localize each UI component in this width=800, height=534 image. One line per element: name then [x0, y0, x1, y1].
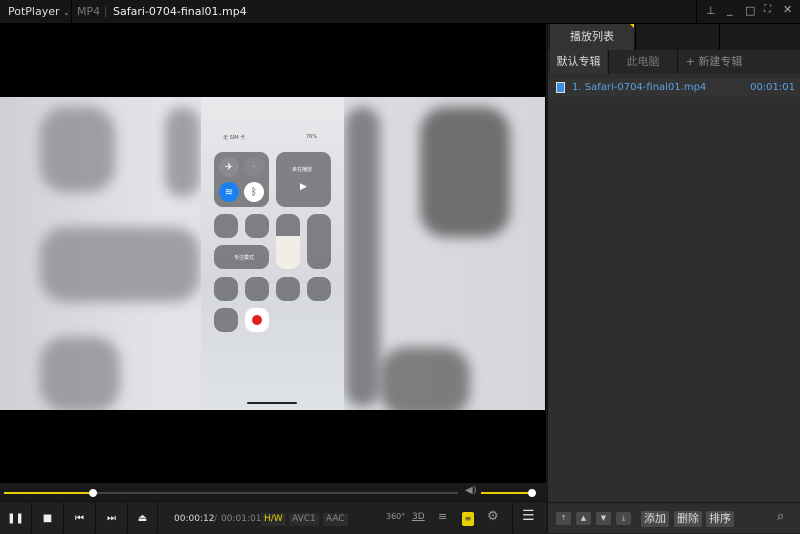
hw-decode-badge[interactable]: H/W	[261, 513, 286, 526]
volume-handle[interactable]	[528, 489, 536, 497]
chevron-down-icon: ⌄	[63, 8, 70, 17]
file-title: Safari-0704-final01.mp4	[113, 5, 247, 18]
volume-icon[interactable]: ◀)	[465, 485, 477, 496]
volume-bar[interactable]	[481, 489, 536, 497]
seek-progress	[4, 492, 94, 494]
new-album-button[interactable]: + 新建专辑	[679, 50, 749, 74]
title-bar: PotPlayer ⌄ MP4 Safari-0704-final01.mp4 …	[0, 0, 800, 24]
play-icon: ▶	[300, 182, 307, 192]
calculator-icon	[276, 277, 300, 301]
menu-icon[interactable]: ☰	[522, 508, 535, 524]
home-indicator	[247, 402, 297, 404]
now-playing-label: 未在播放	[292, 167, 313, 173]
video-file-icon	[556, 82, 565, 93]
control-bar: ❚❚ ■ ⏮ ⏭ ⏏ 00:00:12 / 00:01:01 H/W AVC1 …	[0, 501, 546, 534]
3d-button[interactable]: 3D	[412, 512, 425, 522]
focus-tile: 专注模式	[214, 245, 269, 269]
gear-icon[interactable]: ⚙	[487, 509, 499, 524]
camera-icon	[307, 277, 331, 301]
seek-area: ◀)	[0, 483, 546, 501]
playlist-item[interactable]: 1. Safari-0704-final01.mp4 00:01:01	[548, 79, 800, 97]
add-button[interactable]: 添加	[641, 511, 669, 527]
move-down-button[interactable]: ▼	[596, 512, 611, 525]
timer-icon	[245, 277, 269, 301]
total-time: 00:01:01	[221, 514, 262, 524]
360-button[interactable]: 360°	[386, 512, 405, 521]
rotation-lock-icon	[214, 214, 238, 238]
close-icon[interactable]: ✕	[783, 3, 792, 16]
focus-label: 专注模式	[234, 255, 255, 261]
now-playing-tile: 未在播放 ▶	[276, 152, 331, 207]
carrier-status: 无 SIM 卡	[223, 135, 246, 141]
bluetooth-icon: ᛒ	[244, 182, 264, 202]
search-icon[interactable]: ⌕	[777, 509, 784, 524]
time-separator: /	[214, 514, 218, 524]
app-menu-button[interactable]: PotPlayer ⌄	[8, 5, 70, 18]
sort-button[interactable]: 排序	[706, 511, 734, 527]
maximize-icon[interactable]: □	[745, 4, 755, 17]
playlist-toggle-icon[interactable]: ≡	[462, 512, 474, 526]
record-icon	[245, 308, 269, 332]
video-codec-badge[interactable]: AVC1	[289, 513, 319, 526]
minimize-icon[interactable]: _	[727, 3, 733, 16]
previous-button[interactable]: ⏮	[64, 502, 96, 534]
tab-default-album[interactable]: 默认专辑	[550, 50, 607, 74]
connectivity-tile: ✈ · ≋ ᛒ	[214, 152, 269, 207]
tab-this-pc[interactable]: 此电脑	[608, 50, 678, 74]
move-bottom-button[interactable]: ⤓	[616, 512, 631, 525]
seek-bar[interactable]	[4, 489, 458, 497]
flashlight-icon	[214, 277, 238, 301]
video-frame: 无 SIM 卡 76% ✈ · ≋ ᛒ 未在播放 ▶ 专注模式	[0, 97, 545, 410]
current-time: 00:00:12	[174, 514, 215, 524]
airplane-icon: ✈	[219, 157, 239, 177]
format-label: MP4	[77, 5, 101, 18]
cellular-icon: ·	[244, 157, 264, 177]
battery-status: 76%	[306, 134, 318, 140]
eject-button[interactable]: ⏏	[128, 502, 158, 534]
move-up-button[interactable]: ▲	[576, 512, 591, 525]
screen-mirror-icon	[245, 214, 269, 238]
playlist-panel: 播放列表 默认专辑 此电脑 + 新建专辑 1. Safari-0704-fina…	[547, 24, 800, 533]
volume-level	[481, 492, 532, 494]
pause-button[interactable]: ❚❚	[0, 502, 32, 534]
seek-handle[interactable]	[89, 489, 98, 497]
delete-button[interactable]: 删除	[674, 511, 702, 527]
video-area[interactable]: 无 SIM 卡 76% ✈ · ≋ ᛒ 未在播放 ▶ 专注模式	[0, 24, 546, 483]
control-center-screenshot: 无 SIM 卡 76% ✈ · ≋ ᛒ 未在播放 ▶ 专注模式	[201, 97, 344, 410]
audio-codec-badge[interactable]: AAC	[323, 513, 348, 526]
pin-icon[interactable]: ⊥	[706, 4, 716, 17]
brightness-slider	[276, 214, 300, 269]
search-subtitle-icon[interactable]: ≡	[438, 510, 447, 523]
scan-icon	[214, 308, 238, 332]
move-top-button[interactable]: ⤒	[556, 512, 571, 525]
stop-button[interactable]: ■	[32, 502, 64, 534]
playlist-item-title: 1. Safari-0704-final01.mp4	[572, 82, 707, 93]
playlist-item-duration: 00:01:01	[750, 82, 795, 93]
app-name: PotPlayer	[8, 5, 60, 18]
fullscreen-icon[interactable]: ⛶	[764, 4, 771, 15]
tab-playlist[interactable]: 播放列表	[550, 24, 634, 50]
wifi-icon: ≋	[219, 182, 239, 202]
next-button[interactable]: ⏭	[96, 502, 128, 534]
volume-slider	[307, 214, 331, 269]
